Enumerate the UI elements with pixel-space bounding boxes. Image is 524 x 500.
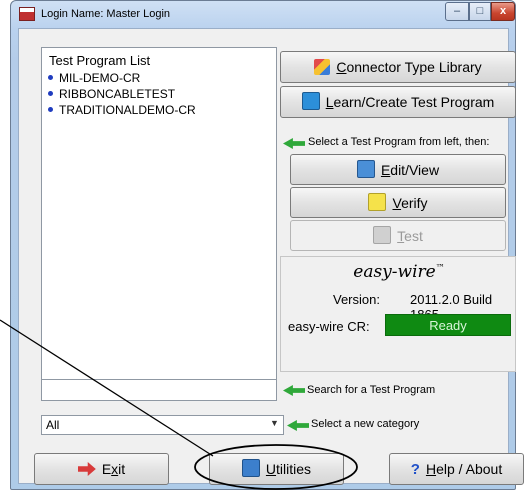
category-value: All: [46, 418, 60, 432]
list-item[interactable]: RIBBONCABLETEST: [48, 87, 175, 102]
test-icon: [373, 226, 392, 244]
main-panel: Test Program List MIL-DEMO-CR RIBBONCABL…: [18, 28, 524, 485]
test-button[interactable]: Test: [290, 220, 506, 251]
help-icon: ?: [410, 461, 420, 478]
app-icon: [19, 7, 35, 21]
app-window: Login Name: Master Login – □ x Test Prog…: [10, 0, 524, 490]
list-item-label: RIBBONCABLETEST: [59, 87, 176, 101]
search-input[interactable]: [41, 379, 277, 401]
verify-button[interactable]: Verify: [290, 187, 506, 218]
utilities-icon: [241, 459, 260, 477]
help-about-button[interactable]: ? Help / About: [389, 453, 524, 485]
select-program-hint: Select a Test Program from left, then:: [308, 136, 490, 148]
category-hint: Select a new category: [311, 418, 420, 430]
close-button[interactable]: x: [491, 2, 515, 21]
green-arrow-icon: [287, 420, 309, 431]
green-arrow-icon: [283, 385, 305, 396]
edit-view-button[interactable]: Edit/View: [290, 154, 506, 185]
search-hint: Search for a Test Program: [307, 384, 436, 396]
list-item[interactable]: TRADITIONALDEMO-CR: [48, 103, 196, 118]
window-title: Login Name: Master Login: [41, 8, 171, 20]
library-icon: [314, 59, 331, 75]
maximize-button[interactable]: □: [469, 2, 491, 21]
connector-type-library-button[interactable]: Connector Type Library: [280, 51, 516, 83]
edit-icon: [356, 160, 375, 178]
list-item-label: TRADITIONALDEMO-CR: [59, 103, 196, 117]
list-item[interactable]: MIL-DEMO-CR: [48, 71, 140, 86]
category-select[interactable]: All ▼: [41, 415, 284, 435]
title-bar[interactable]: Login Name: Master Login – □ x: [11, 1, 515, 29]
list-item-label: MIL-DEMO-CR: [59, 71, 141, 85]
chevron-down-icon[interactable]: ▼: [270, 418, 279, 428]
bullet-icon: [48, 107, 53, 112]
bullet-icon: [48, 91, 53, 96]
status-badge: Ready: [385, 314, 511, 336]
minimize-button[interactable]: –: [445, 2, 469, 21]
list-header: Test Program List: [49, 53, 151, 68]
verify-icon: [368, 193, 387, 211]
cr-label: easy-wire CR:: [288, 319, 370, 334]
bullet-icon: [48, 75, 53, 80]
learn-create-test-program-button[interactable]: Learn/Create Test Program: [280, 86, 516, 118]
exit-icon: [77, 462, 96, 476]
utilities-button[interactable]: Utilities: [209, 453, 344, 485]
version-panel: easy-wire™ Version: 2011.2.0 Build 1865 …: [280, 256, 516, 372]
version-label: Version:: [333, 292, 380, 307]
green-arrow-icon: [283, 138, 305, 149]
test-program-list[interactable]: Test Program List MIL-DEMO-CR RIBBONCABL…: [41, 47, 277, 400]
learn-icon: [301, 92, 320, 110]
exit-button[interactable]: Exit: [34, 453, 169, 485]
brand-logo: easy-wire™: [353, 262, 445, 282]
